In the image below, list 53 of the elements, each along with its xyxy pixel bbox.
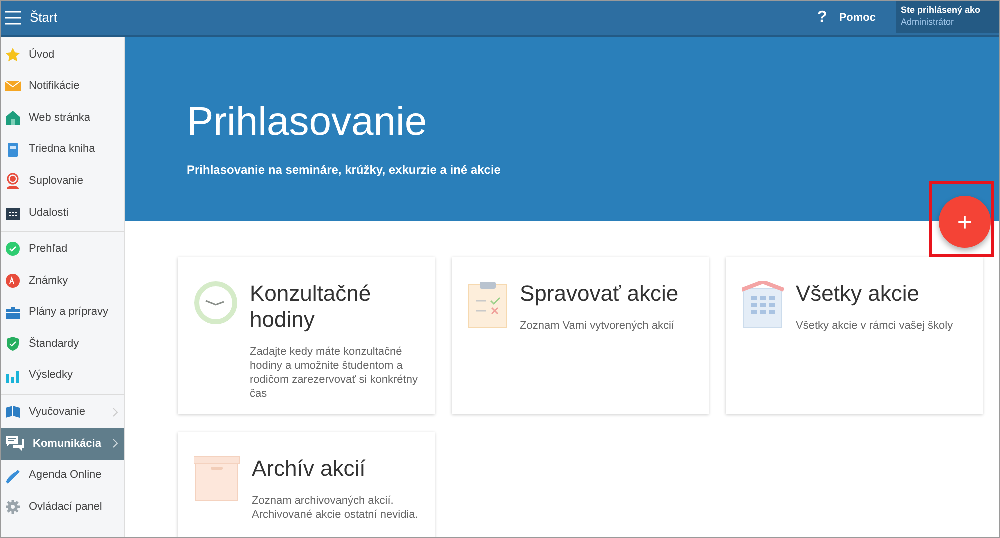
- clock-icon: [194, 281, 238, 325]
- briefcase-icon: [5, 304, 21, 321]
- star-icon: [5, 46, 21, 63]
- hero-title: Prihlasovanie: [187, 99, 428, 146]
- action-card[interactable]: Spravovať akcie Zoznam Vami vytvorených akcií: [452, 257, 709, 414]
- user-name: Administrátor: [901, 16, 956, 28]
- help-button[interactable]: ? Pomoc: [818, 6, 876, 30]
- sidebar-item[interactable]: Triedna kniha: [1, 134, 124, 166]
- card-description: Všetky akcie v rámci vašej školy: [796, 319, 954, 333]
- box-icon: [194, 456, 240, 502]
- sidebar-item[interactable]: Vyučovanie: [1, 396, 124, 428]
- sidebar-item[interactable]: Ovládací panel: [1, 491, 124, 523]
- sidebar-item[interactable]: Plány a prípravy: [1, 296, 124, 328]
- card-title: Spravovať akcie: [520, 281, 679, 307]
- sidebar-item[interactable]: Prehľad: [1, 234, 124, 266]
- shield-icon: [5, 336, 21, 352]
- pen-icon: [5, 468, 21, 484]
- grade-circle-icon: [5, 272, 21, 289]
- sidebar-item[interactable]: Komunikácia: [1, 428, 124, 460]
- open-book-icon: [5, 404, 21, 420]
- hero-subtitle: Prihlasovanie na semináre, krúžky, exkurzie a iné akcie: [187, 162, 502, 179]
- clipboard-icon: [468, 281, 508, 329]
- user-caption: Ste prihlásený ako: [901, 4, 982, 16]
- card-description: Zoznam archivovaných akcií. Archivované akcie ostatní nevidia.: [252, 494, 420, 522]
- person-icon: [5, 173, 21, 190]
- house-icon: [5, 110, 21, 126]
- book-icon: [5, 142, 21, 158]
- sidebar-item[interactable]: Štandardy: [1, 328, 124, 360]
- chevron-right-icon: [113, 439, 118, 448]
- card-description: Zadajte kedy máte konzultačné hodiny a umožnite študentom a rodičom zarezervovať si konkrétny čas: [250, 345, 419, 401]
- check-circle-icon: [5, 241, 21, 258]
- user-panel[interactable]: Ste prihlásený ako Administrátor: [896, 1, 999, 33]
- card-title: Konzultačné hodiny: [250, 281, 372, 333]
- sidebar-item[interactable]: Úvod: [1, 39, 124, 71]
- building-icon: [742, 281, 784, 329]
- sidebar-item[interactable]: Agenda Online: [1, 460, 124, 492]
- card-description: Zoznam Vami vytvorených akcií: [520, 319, 676, 333]
- card-title: Archív akcií: [252, 456, 367, 482]
- menu-icon[interactable]: [5, 11, 21, 25]
- card-title: Všetky akcie: [796, 281, 920, 307]
- add-button[interactable]: +: [939, 196, 991, 248]
- sidebar-item[interactable]: Udalosti: [1, 196, 124, 229]
- action-card[interactable]: Archív akcií Zoznam archivovaných akcií. Archivované akcie ostatní nevidia.: [178, 432, 435, 537]
- chevron-right-icon: [113, 408, 118, 417]
- page-title: Štart: [30, 9, 58, 28]
- gear-icon: [5, 499, 21, 516]
- sidebar-item[interactable]: Známky: [1, 265, 124, 297]
- sidebar-item[interactable]: Notifikácie: [1, 70, 124, 102]
- action-card[interactable]: Konzultačné hodiny Zadajte kedy máte konzultačné hodiny a umožnite študentom a rodičom zarezervovať si konkrétny čas: [178, 257, 435, 414]
- action-card[interactable]: Všetky akcie Všetky akcie v rámci vašej školy: [726, 257, 983, 414]
- sidebar-item[interactable]: Suplovanie: [1, 165, 124, 197]
- sidebar-item[interactable]: Výsledky: [1, 360, 124, 392]
- sidebar-item[interactable]: Web stránka: [1, 102, 124, 134]
